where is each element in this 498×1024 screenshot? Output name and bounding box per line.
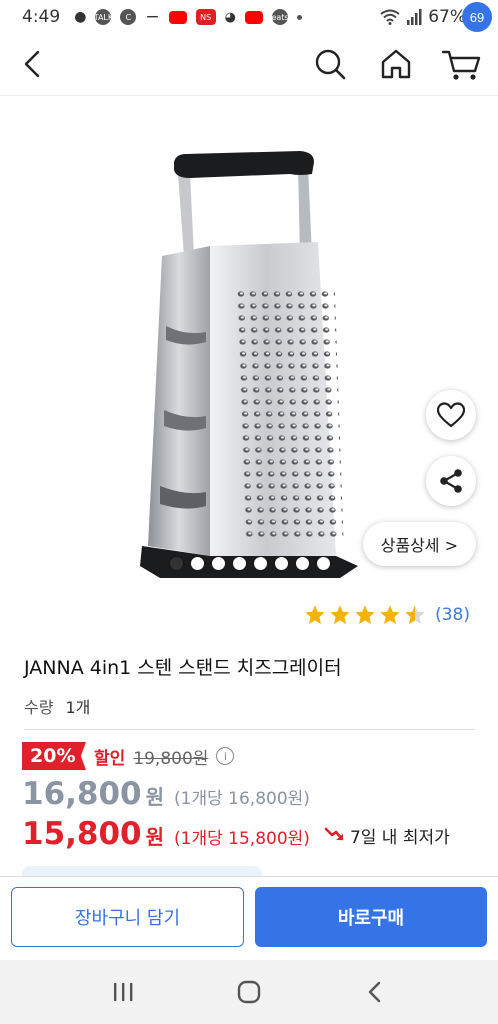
product-image-gallery[interactable]: 상품상세 > <box>0 96 498 586</box>
info-icon[interactable]: i <box>216 747 235 765</box>
share-icon <box>440 469 462 493</box>
home-icon[interactable] <box>376 44 416 84</box>
gallery-dot[interactable] <box>317 557 330 570</box>
star-full-icon <box>380 605 400 624</box>
rating[interactable]: (38) <box>304 604 470 626</box>
chevron-left-icon <box>368 981 381 1003</box>
price-currency: 원 <box>145 785 165 809</box>
recent-apps-button[interactable] <box>108 977 138 1007</box>
lowest-price-label: 7일 내 최저가 <box>349 827 450 848</box>
wifi-icon <box>380 9 400 25</box>
review-count[interactable]: (38) <box>435 605 470 625</box>
home-system-button[interactable] <box>234 977 264 1007</box>
system-navigation-bar <box>0 960 498 1024</box>
dot-icon <box>297 14 302 20</box>
heart-icon <box>437 402 465 428</box>
notification-icons: ● TALK C − NS ◕ eats <box>74 7 302 27</box>
lowest-price-badge: 7일 내 최저가 <box>324 823 450 848</box>
youtube-icon <box>245 10 263 24</box>
cart-icon[interactable] <box>440 44 484 84</box>
talk-icon: TALK <box>94 9 113 25</box>
home-circle-icon <box>237 980 261 1004</box>
price-row: 16,800 원 (1개당 16,800원) <box>22 776 310 812</box>
down-trend-icon <box>324 827 344 841</box>
ns-icon: NS <box>195 9 216 25</box>
discount-label: 할인 <box>94 748 126 769</box>
status-time: 4:49 <box>22 7 61 27</box>
coupang-eats-icon: eats <box>271 9 289 25</box>
recent-apps-icon <box>114 983 133 1001</box>
gallery-dot[interactable] <box>191 557 204 570</box>
star-half-icon <box>405 605 425 624</box>
bowl-icon: ◕ <box>224 9 236 25</box>
share-button[interactable] <box>426 456 476 506</box>
gallery-dot[interactable] <box>212 557 225 570</box>
discount-row: 20% 할인 19,800원 i <box>22 742 235 770</box>
gallery-dot[interactable] <box>275 557 288 570</box>
star-full-icon <box>305 605 325 624</box>
gallery-dot[interactable] <box>296 557 309 570</box>
product-detail-label: 상품상세 > <box>380 536 458 555</box>
c-icon: C <box>120 9 137 25</box>
battery-percent: 67% <box>428 7 466 27</box>
top-nav <box>0 34 498 96</box>
gallery-pagination <box>170 557 330 570</box>
minus-icon: − <box>145 7 160 27</box>
like-button[interactable] <box>426 390 476 440</box>
search-icon[interactable] <box>310 44 350 84</box>
divider <box>24 729 474 730</box>
price-unit: (1개당 16,800원) <box>174 789 310 809</box>
product-image <box>140 151 358 578</box>
discount-badge: 20% <box>22 742 86 770</box>
system-back-button[interactable] <box>360 977 390 1007</box>
price-value: 16,800 <box>22 776 142 812</box>
signal-icon <box>407 9 422 25</box>
quantity-value: 1개 <box>65 698 91 717</box>
product-detail-button[interactable]: 상품상세 > <box>362 522 476 566</box>
status-bar: 4:49 ● TALK C − NS ◕ eats 67% <box>0 0 498 34</box>
sale-price-currency: 원 <box>145 825 165 849</box>
quantity-label: 수량 <box>24 698 54 717</box>
kakao-icon: ● <box>74 9 87 25</box>
gallery-dot[interactable] <box>170 557 183 570</box>
gallery-dot[interactable] <box>254 557 267 570</box>
cart-count-badge[interactable]: 69 <box>462 2 492 32</box>
purchase-action-bar: 장바구니 담기 바로구매 <box>0 876 498 960</box>
star-full-icon <box>355 605 375 624</box>
quantity-info: 수량 1개 <box>24 694 90 718</box>
youtube-icon <box>168 10 187 24</box>
add-to-cart-button[interactable]: 장바구니 담기 <box>11 887 244 947</box>
product-title: JANNA 4in1 스텐 스탠드 치즈그레이터 <box>24 657 342 679</box>
sale-price-unit: (1개당 15,800원) <box>174 829 310 849</box>
sale-price-value: 15,800 <box>22 816 142 852</box>
sale-price-row: 15,800 원 (1개당 15,800원) 7일 내 최저가 <box>22 816 450 852</box>
gallery-dot[interactable] <box>233 557 246 570</box>
buy-now-button[interactable]: 바로구매 <box>255 887 487 947</box>
star-full-icon <box>330 605 350 624</box>
original-price: 19,800원 <box>133 748 209 769</box>
back-arrow-icon[interactable] <box>16 46 52 82</box>
